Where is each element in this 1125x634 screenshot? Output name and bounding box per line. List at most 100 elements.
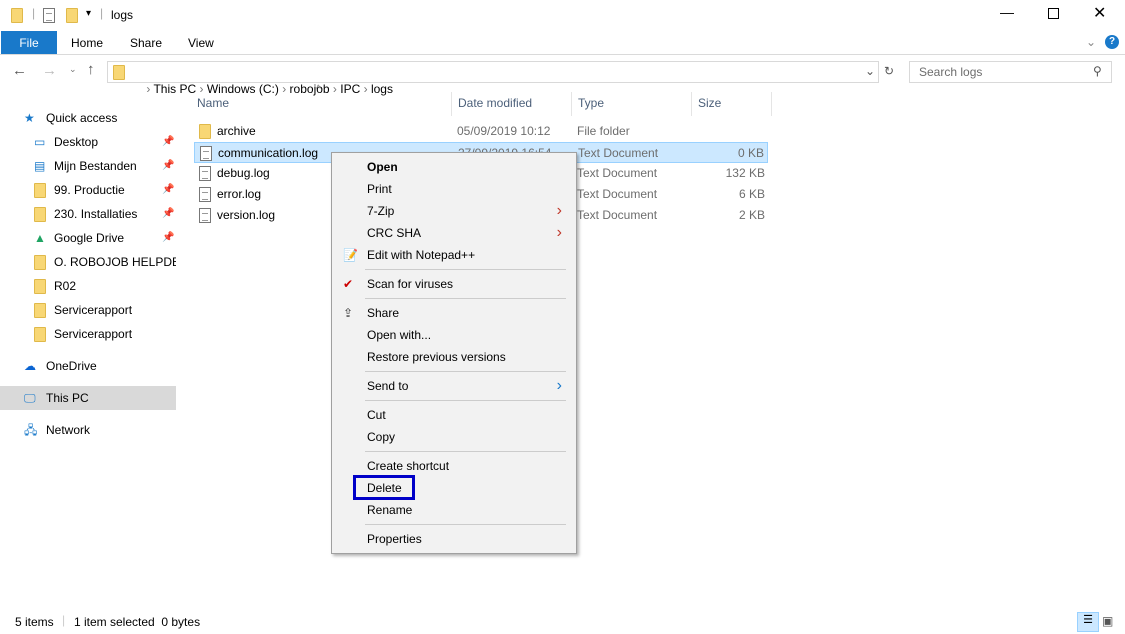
file-size: 6 KB — [738, 187, 765, 201]
folder-icon — [113, 65, 125, 80]
folder-icon — [34, 326, 46, 350]
breadcrumb-item[interactable]: IPC — [340, 82, 360, 96]
breadcrumb-item[interactable]: robojob — [290, 82, 330, 96]
maximize-button[interactable] — [1048, 8, 1059, 19]
column-name[interactable]: Name — [197, 92, 229, 114]
menu-item-label: Open with... — [367, 328, 432, 342]
file-row[interactable]: archive 05/09/2019 10:12 File folder — [194, 121, 768, 142]
status-selection: 1 item selected 0 bytes — [74, 615, 201, 629]
sidebar-item[interactable]: Servicerapport — [0, 298, 176, 322]
column-date-modified[interactable]: Date modified — [458, 92, 532, 114]
star-icon: ★ — [24, 111, 35, 125]
sidebar-item[interactable]: 230. Installaties 📌 — [0, 202, 176, 226]
google-drive-icon: ▲ — [34, 231, 46, 245]
file-type: Text Document — [578, 146, 659, 160]
computer-icon: 🖵 — [24, 391, 36, 405]
properties-icon[interactable] — [43, 8, 55, 23]
menu-item-crc-sha[interactable]: CRC SHA › — [334, 222, 574, 244]
menu-item-label: Share — [367, 306, 400, 320]
menu-item-restore-previous-versions[interactable]: Restore previous versions — [334, 346, 574, 368]
chevron-down-icon[interactable]: ⌄ — [865, 64, 875, 78]
menu-item-label: Open — [367, 160, 398, 174]
new-folder-icon[interactable] — [66, 8, 78, 23]
text-file-icon — [200, 146, 212, 161]
window-title: logs — [111, 8, 134, 22]
sidebar-item[interactable]: O. ROBOJOB HELPDESK — [0, 250, 176, 274]
breadcrumb-item[interactable]: This PC — [153, 82, 196, 96]
menu-item-label: 7-Zip — [367, 204, 395, 218]
file-type: File folder — [577, 124, 630, 138]
menu-item-copy[interactable]: Copy — [334, 426, 574, 448]
sidebar-item[interactable]: Servicerapport — [0, 322, 176, 346]
menu-item-create-shortcut[interactable]: Create shortcut — [334, 455, 574, 477]
search-icon: ⚲ — [1093, 64, 1102, 78]
large-icons-view-button[interactable]: ▣ — [1102, 614, 1113, 628]
menu-separator — [365, 524, 566, 525]
expand-ribbon-icon[interactable]: ⌄ — [1086, 35, 1096, 49]
minimize-button[interactable]: — — [1000, 4, 1014, 20]
file-type: Text Document — [577, 166, 658, 180]
close-button[interactable]: ✕ — [1093, 3, 1106, 23]
forward-icon[interactable]: → — [42, 62, 57, 79]
network-icon: 🖧 — [24, 423, 38, 437]
sidebar-item-label: Servicerapport — [54, 327, 133, 341]
sidebar-item[interactable]: ▲ Google Drive 📌 — [0, 226, 176, 250]
menu-item-label: CRC SHA — [367, 226, 422, 240]
cloud-icon: ☁ — [24, 359, 36, 373]
menu-item-rename[interactable]: Rename — [334, 499, 574, 521]
file-size: 0 KB — [737, 146, 764, 160]
menu-item-scan-for-viruses[interactable]: Scan for viruses ✔ — [334, 273, 574, 295]
sidebar-item[interactable]: 99. Productie 📌 — [0, 178, 176, 202]
sidebar-item[interactable]: ☁ OneDrive — [0, 354, 176, 378]
address-bar[interactable]: › This PC › Windows (C:) › robojob › IPC… — [107, 61, 879, 96]
menu-item-label: Edit with Notepad++ — [367, 248, 476, 262]
sidebar-item[interactable]: ▭ Desktop 📌 — [0, 130, 176, 154]
sidebar-item[interactable]: 🖵 This PC — [0, 386, 176, 410]
file-type: Text Document — [577, 208, 658, 222]
menu-item-edit-with-notepad[interactable]: Edit with Notepad++ 📝 — [334, 244, 574, 266]
menu-item-label: Properties — [367, 532, 422, 546]
help-icon[interactable]: ? — [1105, 35, 1119, 49]
file-size: 132 KB — [725, 166, 765, 180]
menu-item-label: Print — [367, 182, 392, 196]
sidebar-item-label: O. ROBOJOB HELPDESK — [54, 255, 176, 269]
details-view-button[interactable]: ☰ — [1077, 612, 1099, 632]
back-icon[interactable]: ← — [12, 62, 27, 79]
menu-item-cut[interactable]: Cut — [334, 404, 574, 426]
search-input[interactable]: Search logs ⚲ — [909, 61, 1112, 83]
column-type[interactable]: Type — [578, 92, 604, 114]
sidebar-item[interactable]: 🖧 Network — [0, 418, 176, 442]
tab-file[interactable]: File — [1, 31, 57, 55]
tab-home[interactable]: Home — [71, 31, 103, 55]
file-name: version.log — [217, 208, 276, 222]
desktop-icon: ▭ — [34, 135, 46, 149]
antivirus-icon: ✔ — [343, 277, 354, 291]
sidebar-item-label: Mijn Bestanden — [54, 159, 137, 173]
search-placeholder: Search logs — [919, 65, 983, 79]
menu-item-open-with[interactable]: Open with... — [334, 324, 574, 346]
tab-share[interactable]: Share — [130, 31, 162, 55]
sidebar-item-label: Quick access — [46, 111, 118, 125]
column-size[interactable]: Size — [698, 92, 721, 114]
menu-item-properties[interactable]: Properties — [334, 528, 574, 550]
sidebar-item[interactable]: R02 — [0, 274, 176, 298]
menu-item-share[interactable]: Share ⇪ — [334, 302, 574, 324]
sort-ascending-icon: ^ — [316, 84, 321, 95]
menu-item-print[interactable]: Print — [334, 178, 574, 200]
refresh-icon[interactable]: ↻ — [884, 64, 894, 78]
sidebar-item[interactable]: ★ Quick access — [0, 106, 176, 130]
menu-item-open[interactable]: Open — [334, 156, 574, 178]
sidebar-item-label: OneDrive — [46, 359, 97, 373]
menu-item-label: Cut — [367, 408, 386, 422]
breadcrumb-item[interactable]: logs — [371, 82, 393, 96]
up-icon[interactable]: ↑ — [87, 61, 95, 78]
customize-toolbar-icon[interactable]: ▾ — [86, 8, 91, 19]
recent-locations-icon[interactable]: ⌄ — [69, 64, 77, 75]
sidebar-item[interactable]: ▤ Mijn Bestanden 📌 — [0, 154, 176, 178]
file-size: 2 KB — [738, 208, 765, 222]
submenu-arrow-icon: › — [556, 377, 562, 394]
file-name: archive — [217, 124, 256, 138]
tab-view[interactable]: View — [188, 31, 214, 55]
menu-item-send-to[interactable]: Send to › — [334, 375, 574, 397]
menu-item-7-zip[interactable]: 7-Zip › — [334, 200, 574, 222]
